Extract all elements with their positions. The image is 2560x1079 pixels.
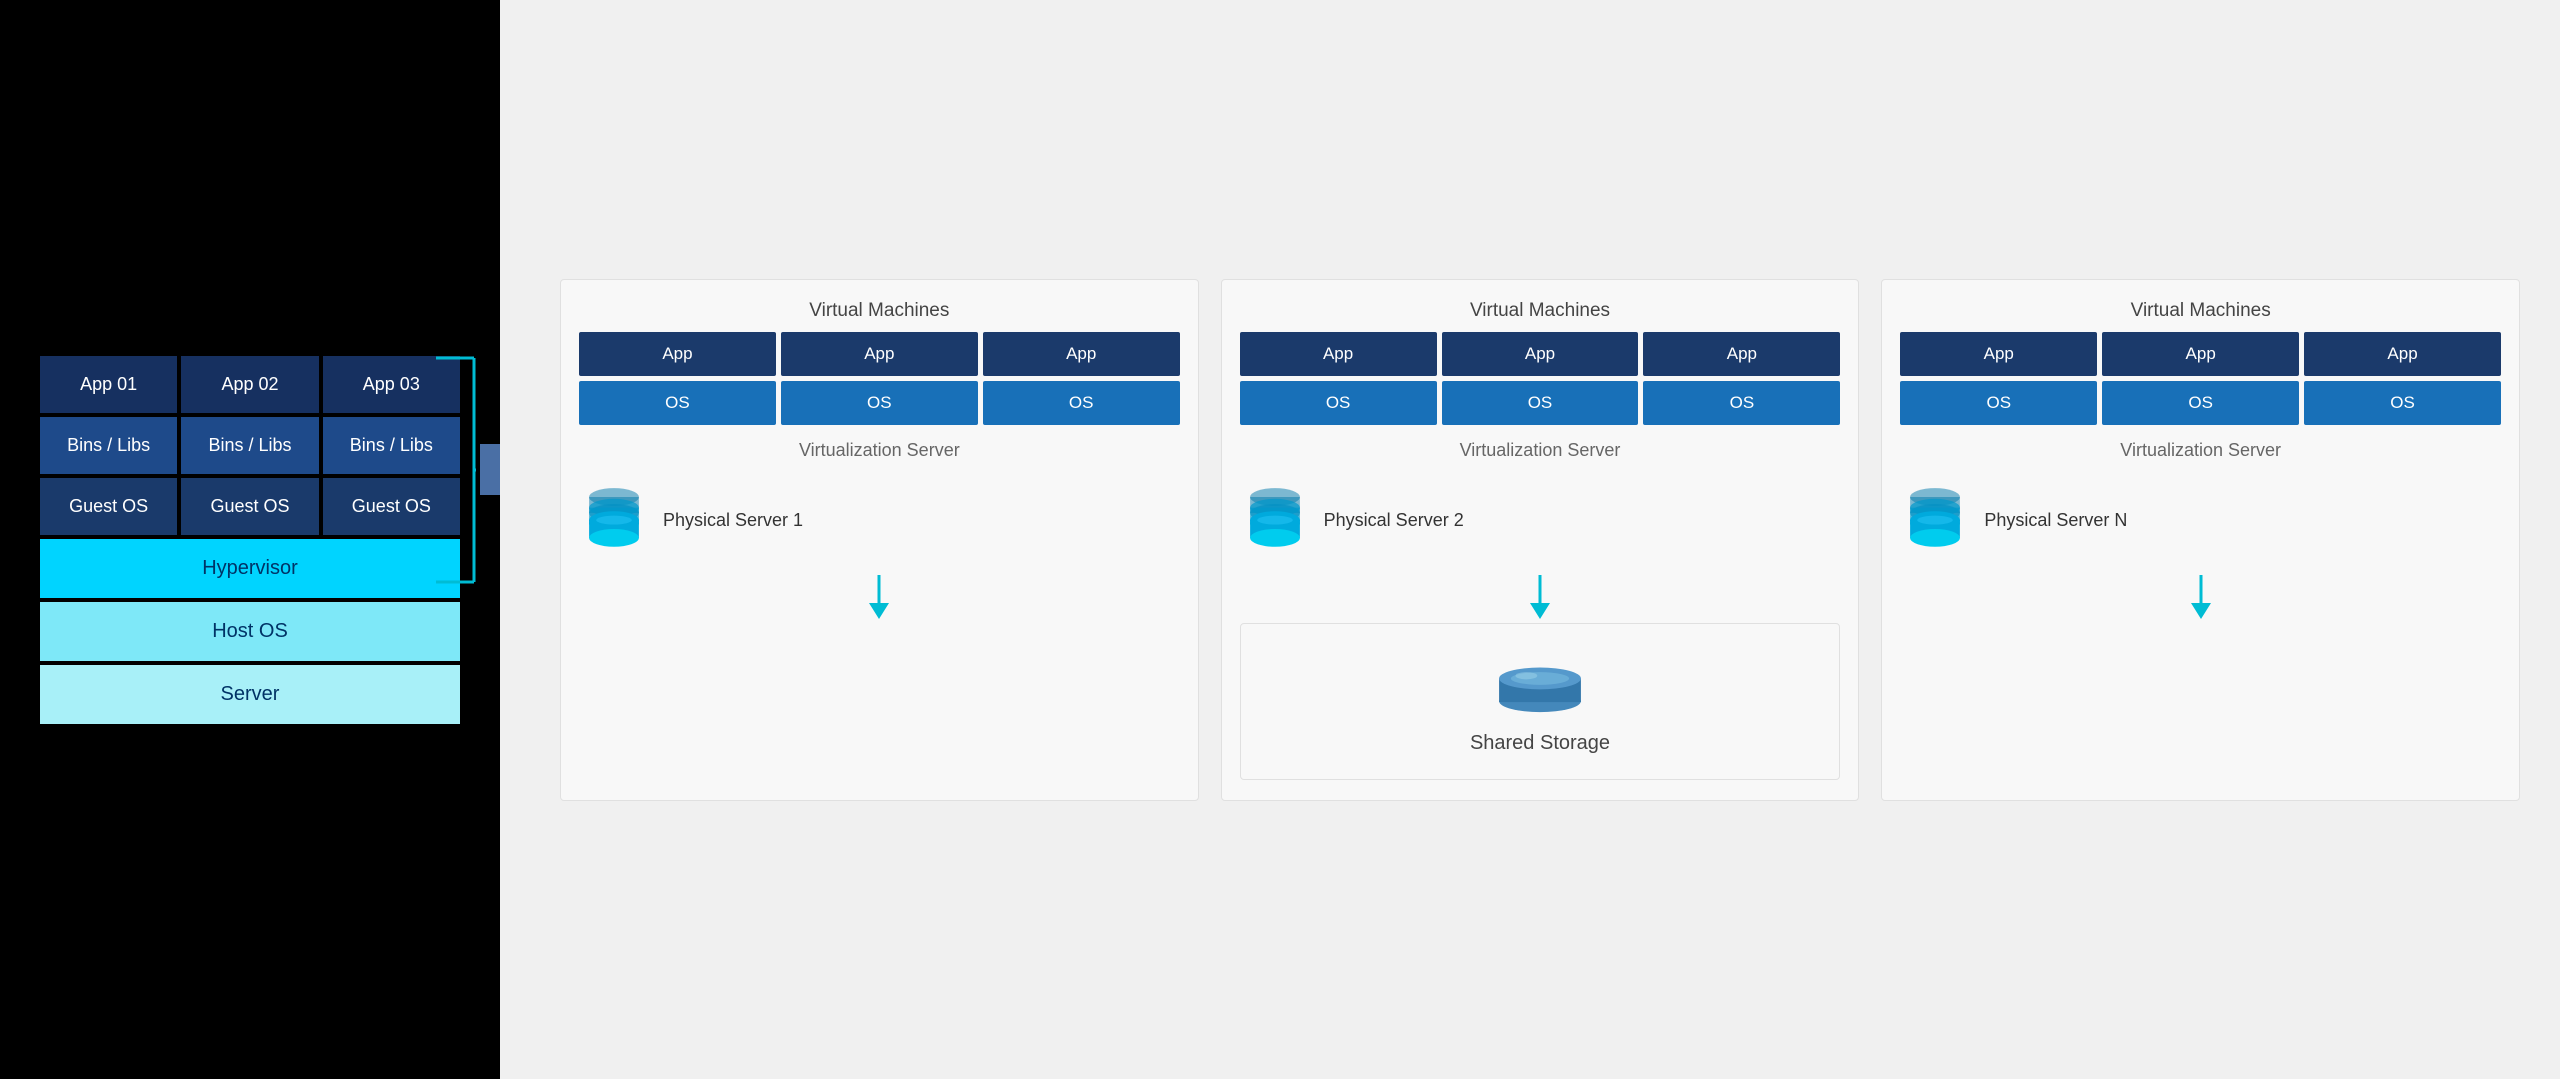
app-cell-2-2: App [1442,332,1639,376]
app-cell-3-1: App [1900,332,2097,376]
vm-stack: App 01 App 02 App 03 Bins / Libs Bins / … [40,356,460,724]
phys-server-section-1: Physical Server 1 [579,471,1180,571]
bins-02-cell: Bins / Libs [181,417,318,474]
os-cell-3-3: OS [2304,381,2501,425]
hypervisor-bar: Hypervisor [40,539,460,598]
os-cell-2-2: OS [1442,381,1639,425]
server-column-1: Virtual Machines App App App OS OS OS Vi… [560,279,1199,801]
vm-label-1: Virtual Machines [579,300,1180,322]
os-row-2: OS OS OS [1240,381,1841,425]
arrow-3 [1900,571,2501,623]
apps-row-1: App App App [579,332,1180,376]
server-icon-2 [1240,481,1310,561]
guestos-01-cell: Guest OS [40,478,177,535]
shared-storage-section: Shared Storage [1240,623,1841,780]
guestos-row: Guest OS Guest OS Guest OS [40,478,460,535]
vm-bracket-svg [426,356,476,584]
phys-label-1: Physical Server 1 [663,510,803,531]
left-panel: App 01 App 02 App 03 Bins / Libs Bins / … [0,0,500,1079]
os-cell-2-3: OS [1643,381,1840,425]
right-panel: Virtual Machines App App App OS OS OS Vi… [500,0,2560,1079]
app-cell-1-3: App [983,332,1180,376]
phys-label-2: Physical Server 2 [1324,510,1464,531]
arrow-down-svg-3 [2189,575,2213,619]
os-cell-3-2: OS [2102,381,2299,425]
os-cell-1-1: OS [579,381,776,425]
guestos-02-cell: Guest OS [181,478,318,535]
server-column-2: Virtual Machines App App App OS OS OS Vi… [1221,279,1860,801]
app-row: App 01 App 02 App 03 [40,356,460,413]
phys-server-section-2: Physical Server 2 [1240,471,1841,571]
arrow-2 [1240,571,1841,623]
virt-label-2: Virtualization Server [1240,430,1841,471]
apps-row-2: App App App [1240,332,1841,376]
server-bar: Server [40,665,460,724]
app-cell-3-2: App [2102,332,2299,376]
os-cell-2-1: OS [1240,381,1437,425]
server-column-3: Virtual Machines App App App OS OS OS Vi… [1881,279,2520,801]
app-01-cell: App 01 [40,356,177,413]
main-diagram: Virtual Machines App App App OS OS OS Vi… [560,279,2520,801]
arrow-1 [579,571,1180,623]
bins-row: Bins / Libs Bins / Libs Bins / Libs [40,417,460,474]
app-02-cell: App 02 [181,356,318,413]
storage-icon [1490,648,1590,718]
shared-storage-label: Shared Storage [1470,732,1610,755]
virt-label-1: Virtualization Server [579,430,1180,471]
virt-label-3: Virtualization Server [1900,430,2501,471]
phys-label-3: Physical Server N [1984,510,2127,531]
app-cell-3-3: App [2304,332,2501,376]
vm-label-2: Virtual Machines [1240,300,1841,322]
bins-01-cell: Bins / Libs [40,417,177,474]
os-row-3: OS OS OS [1900,381,2501,425]
os-row-1: OS OS OS [579,381,1180,425]
arrow-down-svg-2 [1528,575,1552,619]
os-cell-1-3: OS [983,381,1180,425]
server-icon-1 [579,481,649,561]
os-cell-3-1: OS [1900,381,2097,425]
host-os-bar: Host OS [40,602,460,661]
vm-label-3: Virtual Machines [1900,300,2501,322]
app-cell-1-2: App [781,332,978,376]
app-cell-2-1: App [1240,332,1437,376]
servers-grid: Virtual Machines App App App OS OS OS Vi… [560,279,2520,801]
server-icon-3 [1900,481,1970,561]
os-cell-1-2: OS [781,381,978,425]
phys-server-section-3: Physical Server N [1900,471,2501,571]
apps-row-3: App App App [1900,332,2501,376]
arrow-down-svg-1 [867,575,891,619]
app-cell-1-1: App [579,332,776,376]
app-cell-2-3: App [1643,332,1840,376]
